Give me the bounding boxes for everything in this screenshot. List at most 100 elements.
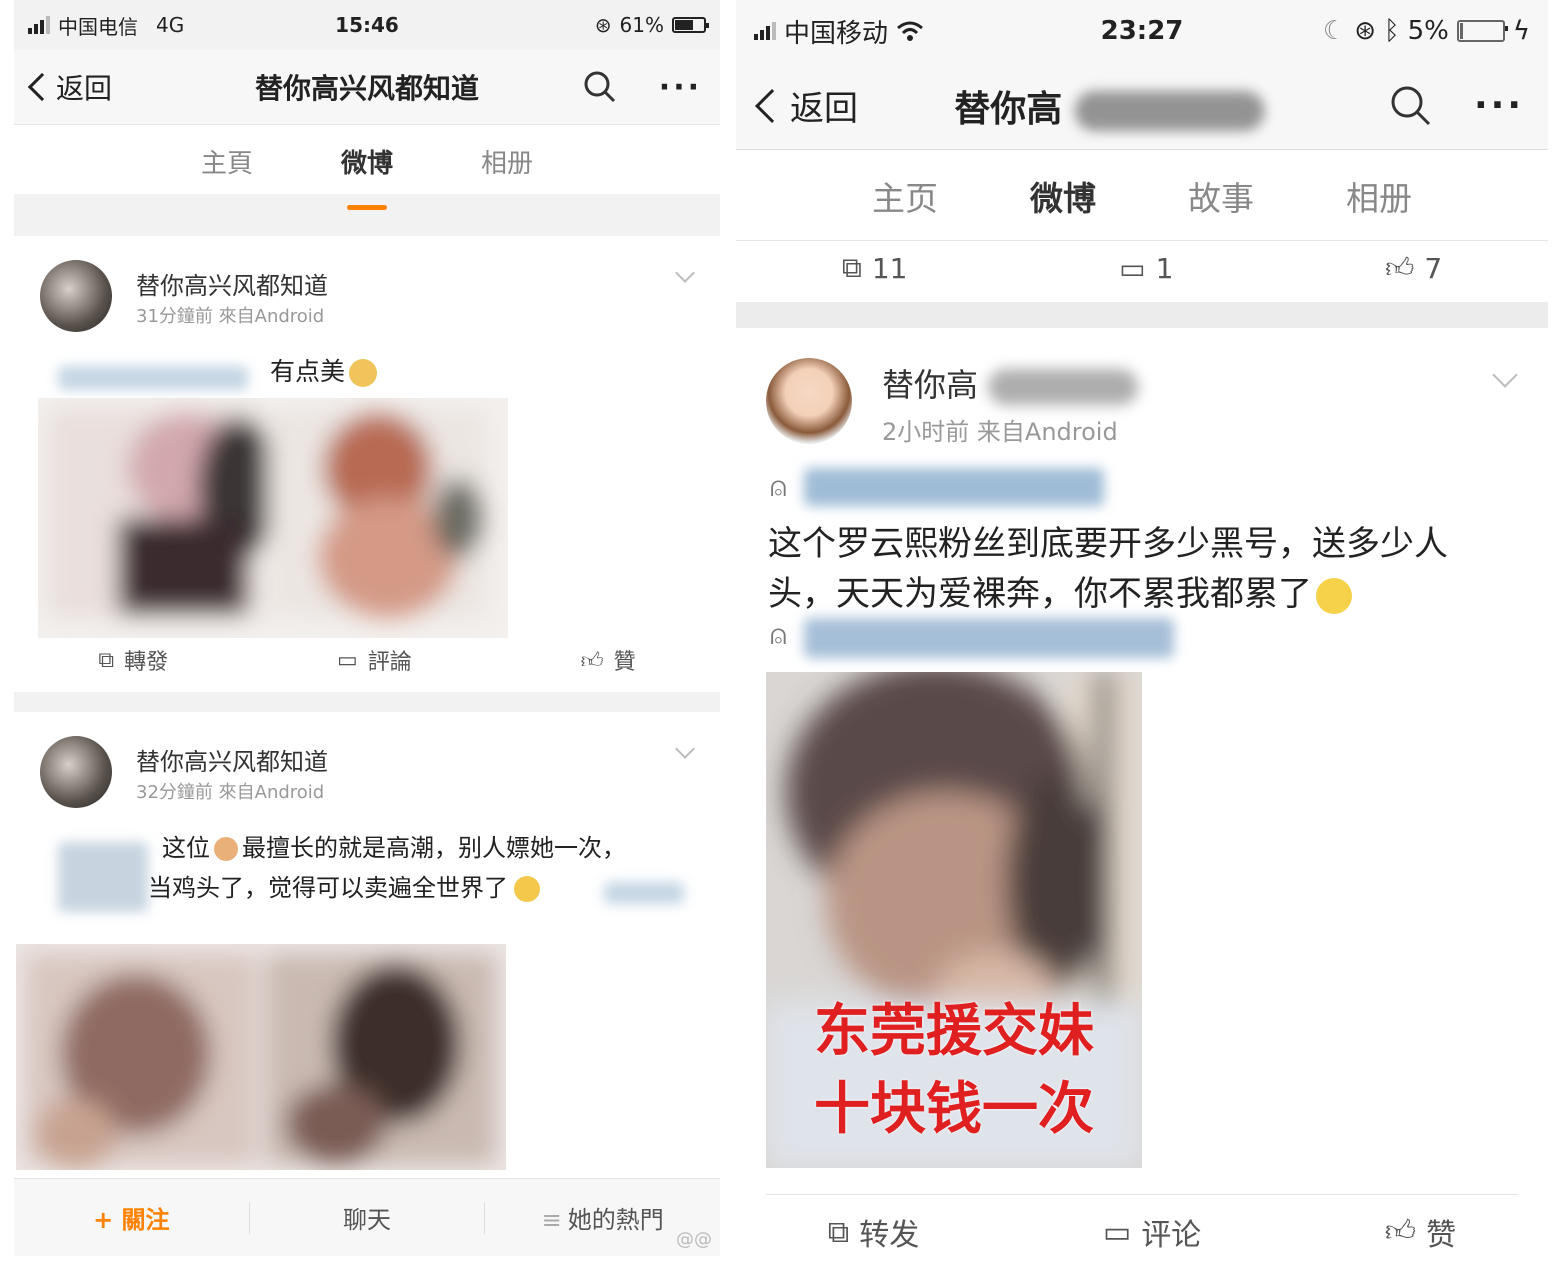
tab-album[interactable]: 相册 [1346,172,1412,240]
repost-count: 11 [871,251,908,285]
post-author[interactable]: 替你高兴风都知道 [136,266,328,301]
battery-percent: 5% [1407,16,1449,46]
image-caption: 十块钱一次 [814,1077,1094,1142]
like-button[interactable]: 👍︎ 7 [1385,251,1442,285]
comment-icon: ▭ [336,647,358,673]
post-meta: 2小时前 来自Android [882,418,1118,446]
comment-icon: ▭ [1119,251,1146,285]
nav-bar: 返回 替你高兴风都知道 ··· [14,50,720,124]
rolling-eyes-emoji-icon [1316,577,1352,614]
previous-post-actions: ⧉ 11 ▭ 1 👍︎ 7 [736,240,1548,302]
image-caption: 东莞援交妹 [814,999,1094,1064]
like-button[interactable]: 👍︎ 贊 [581,644,636,676]
weibo-watermark: @@ [676,1229,712,1250]
search-icon[interactable] [1390,85,1432,127]
right-screenshot: 中国移动 23:27 ☾ ⊛ ᛒ 5% ϟ 返回 替你高 ··· 主页 微博 故… [736,0,1548,1258]
wifi-icon [897,21,923,41]
back-label: 返回 [790,89,858,129]
divider [766,1194,1518,1195]
post-author[interactable]: 替你高 [882,360,1139,406]
tab-home[interactable]: 主页 [872,172,938,240]
thumbs-up-icon: 👍︎ [1385,251,1415,284]
tab-weibo[interactable]: 微博 [1030,172,1096,240]
post-actions: ⧉ 转发 ▭ 评论 👍︎ 赞 [736,1210,1548,1254]
tab-story[interactable]: 故事 [1188,172,1254,240]
back-button[interactable]: 返回 [27,67,113,107]
comment-button[interactable]: ▭ 评论 [1103,1210,1201,1254]
profile-tabs: 主页 微博 故事 相册 [736,150,1548,240]
follow-button[interactable]: + 關注 [14,1200,249,1235]
comment-count: 1 [1155,251,1174,285]
page-title: 替你高 [954,80,1265,132]
post-text: 有点美 [270,352,378,388]
profile-tabs: 主頁 微博 相册 [14,124,720,194]
doge-emoji-icon [349,359,378,387]
tab-album[interactable]: 相册 [481,143,533,194]
redacted-mention [804,618,1174,658]
menu-icon: ≡ [541,1206,562,1234]
comment-button[interactable]: ▭ 評論 [337,644,412,676]
like-count: 7 [1424,251,1443,285]
redacted-mention [804,468,1104,506]
back-label: 返回 [56,72,113,105]
repost-button[interactable]: ⧉ 轉發 [98,644,168,676]
avatar[interactable] [40,736,112,808]
post-image-redacted[interactable] [16,944,506,1170]
tab-weibo[interactable]: 微博 [341,143,393,194]
charging-icon: ϟ [1512,16,1530,46]
chat-button[interactable]: 聊天 [250,1200,485,1235]
nav-bar: 返回 替你高 ··· [736,62,1548,150]
rooster-emoji-icon [214,837,238,861]
post-author[interactable]: 替你高兴风都知道 [136,742,328,777]
signal-icon [28,16,50,34]
user-icon: ⍝ [770,618,787,651]
post-card: 替你高 2小时前 来自Android ⍝ 这个罗云熙粉丝到底要开多少黑号，送多少… [736,328,1548,1258]
more-icon[interactable]: ··· [659,70,702,105]
repost-icon: ⧉ [841,251,862,284]
shocked-emoji-icon [514,876,540,902]
repost-icon: ⧉ [98,647,115,673]
comment-button[interactable]: ▭ 1 [1119,252,1173,285]
post-meta: 32分鐘前 來自Android [136,782,325,803]
redaction-scribble [1074,90,1265,131]
post-text-line: 这位 最擅长的就是高潮，别人嫖她一次， [162,834,626,862]
back-button[interactable]: 返回 [755,81,858,130]
redacted-text [604,882,684,904]
thumbs-up-icon: 👍︎ [580,648,604,674]
chevron-down-icon[interactable] [675,739,695,759]
moon-icon: ☾ [1322,16,1347,46]
network-label: 4G [156,13,185,37]
repost-button[interactable]: ⧉ 转发 [828,1210,919,1254]
thumbs-up-icon: 👍︎ [1384,1214,1417,1249]
chevron-down-icon[interactable] [1492,362,1518,388]
avatar[interactable] [40,260,112,332]
tab-home[interactable]: 主頁 [201,143,253,194]
post-text-line: 当鸡头了，觉得可以卖遍全世界了 [148,868,540,903]
clock: 15:46 [335,13,399,37]
signal-icon [754,22,776,40]
post-text-line: 头，天天为爱裸奔，你不累我都累了 [768,566,1352,615]
search-icon[interactable] [583,70,617,104]
carrier-label: 中国移动 [784,18,889,49]
battery-percent: 61% [619,13,664,37]
avatar[interactable] [766,358,852,444]
chevron-left-icon [755,88,789,123]
rotation-lock-icon: ⊛ [594,13,612,37]
post-image-redacted[interactable] [38,398,508,638]
page-title: 替你高兴风都知道 [254,72,480,105]
post-card: 替你高兴风都知道 31分鐘前 來自Android 有点美 ⧉ 轉發 ▭ 評論 👍… [14,236,720,692]
repost-icon: ⧉ [827,1214,850,1250]
battery-icon [672,17,709,33]
bluetooth-icon: ᛒ [1383,16,1400,46]
chevron-down-icon[interactable] [675,263,695,283]
repost-button[interactable]: ⧉ 11 [842,251,908,285]
more-icon[interactable]: ··· [1474,85,1524,126]
post-meta: 31分鐘前 來自Android [136,306,325,327]
redacted-text [58,842,148,912]
status-bar: 中国电信 4G 15:46 ⊛ 61% [14,0,720,50]
user-icon: ⍝ [770,470,787,503]
like-button[interactable]: 👍︎ 赞 [1385,1210,1456,1254]
post-card: 替你高兴风都知道 32分鐘前 來自Android 这位 最擅长的就是高潮，别人嫖她… [14,712,720,1182]
clock: 23:27 [1100,16,1184,46]
carrier-label: 中国电信 [58,14,138,39]
